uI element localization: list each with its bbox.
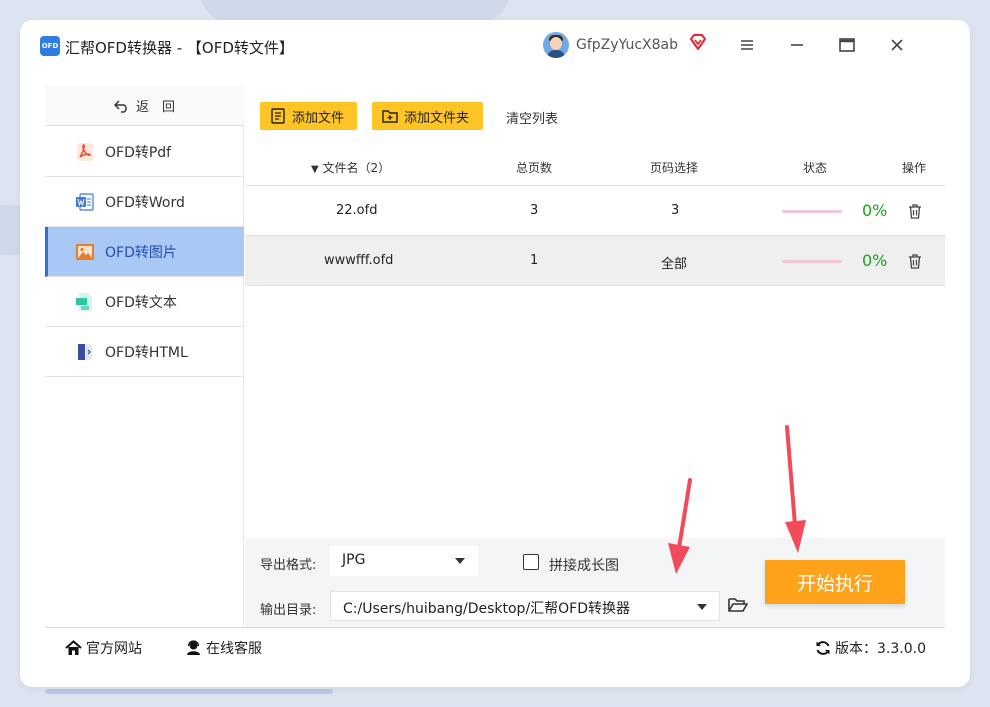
sidebar-item-label: OFD转图片: [105, 244, 177, 261]
stitch-checkbox[interactable]: [523, 554, 539, 570]
website-link[interactable]: 官方网站: [65, 638, 142, 658]
start-button[interactable]: 开始执行: [765, 560, 905, 604]
add-folder-label: 添加文件夹: [404, 110, 470, 126]
table-header: ▼ 文件名（2） 总页数 页码选择 状态 操作: [245, 146, 945, 186]
output-dir-label: 输出目录:: [260, 603, 317, 618]
output-dir-value: C:/Users/huibang/Desktop/汇帮OFD转换器: [343, 601, 631, 617]
menu-icon[interactable]: [732, 30, 762, 60]
sidebar-item-ofd-to-text[interactable]: OFD转文本: [45, 277, 244, 327]
format-label: 导出格式:: [260, 558, 317, 573]
chevron-down-icon: [455, 558, 465, 564]
app-title: 汇帮OFD转换器 - 【OFD转文件】: [65, 39, 294, 57]
add-folder-icon: [382, 110, 398, 123]
close-icon[interactable]: [882, 30, 912, 60]
maximize-icon[interactable]: [832, 30, 862, 60]
open-folder-icon[interactable]: [728, 596, 748, 614]
row-filename: wwwfff.ofd: [324, 253, 394, 268]
row-total-pages: 3: [530, 203, 539, 218]
row-total-pages: 1: [530, 253, 539, 268]
sidebar-item-label: OFD转Pdf: [105, 144, 172, 161]
sidebar-item-ofd-to-image[interactable]: OFD转图片: [45, 227, 244, 277]
html-icon: [78, 343, 92, 360]
table-row[interactable]: wwwfff.ofd 1 全部 0%: [245, 236, 945, 286]
online-support-link[interactable]: 在线客服: [185, 638, 262, 658]
progress-percent: 0%: [862, 201, 888, 220]
minimize-icon[interactable]: [782, 30, 812, 60]
column-status: 状态: [803, 161, 828, 175]
row-page-select[interactable]: 全部: [661, 253, 687, 272]
refresh-icon: [816, 641, 830, 655]
pdf-icon: [77, 142, 93, 161]
vip-diamond-icon[interactable]: [689, 33, 707, 51]
background-shape: [200, 0, 510, 22]
sidebar-item-ofd-to-pdf[interactable]: OFD转Pdf: [45, 127, 244, 177]
back-button[interactable]: 返 回: [45, 86, 244, 126]
row-page-select[interactable]: 3: [671, 203, 679, 218]
output-settings: 导出格式: JPG 拼接成长图 输出目录: C:/Users/huibang/D…: [245, 538, 945, 627]
delete-icon[interactable]: [907, 253, 923, 269]
file-list-panel: 添加文件 添加文件夹 清空列表 ▼ 文件名（2） 总页数 页码选择 状态 操作 …: [245, 86, 945, 538]
column-page-select: 页码选择: [650, 161, 699, 175]
delete-icon[interactable]: [907, 203, 923, 219]
sort-down-icon: ▼: [311, 164, 319, 175]
column-filename[interactable]: ▼ 文件名（2）: [311, 159, 390, 176]
column-total-pages: 总页数: [516, 161, 553, 175]
back-label: 返 回: [135, 100, 175, 115]
word-icon: [76, 192, 94, 211]
sidebar: 返 回 OFD转Pdf OFD转Word OFD转图片 OFD转文本 OFD转H…: [45, 86, 244, 627]
clear-list-button[interactable]: 清空列表: [506, 108, 558, 127]
add-file-label: 添加文件: [292, 110, 345, 126]
row-filename: 22.ofd: [336, 203, 378, 218]
sidebar-item-label: OFD转Word: [105, 194, 185, 211]
table-row[interactable]: 22.ofd 3 3 0%: [245, 186, 945, 236]
user-avatar[interactable]: [543, 32, 569, 58]
title-bar: OFD 汇帮OFD转换器 - 【OFD转文件】 GfpZyYucX8ab: [25, 30, 915, 64]
format-select[interactable]: JPG: [330, 546, 478, 576]
add-folder-button[interactable]: 添加文件夹: [372, 102, 483, 130]
text-file-icon: [76, 292, 92, 311]
home-icon: [65, 640, 82, 655]
back-arrow-icon: [113, 99, 127, 113]
footer-bar: 官方网站 在线客服 版本：3.3.0.0: [45, 627, 945, 665]
app-logo-icon: OFD: [40, 36, 60, 56]
version-info: 版本：3.3.0.0: [815, 638, 926, 658]
add-file-button[interactable]: 添加文件: [260, 102, 357, 130]
sidebar-item-label: OFD转文本: [105, 294, 177, 311]
sidebar-item-ofd-to-html[interactable]: OFD转HTML: [45, 327, 244, 377]
chevron-down-icon: [697, 604, 707, 610]
column-action: 操作: [902, 161, 927, 175]
stitch-label: 拼接成长图: [549, 558, 619, 574]
support-agent-icon: [187, 640, 200, 655]
username[interactable]: GfpZyYucX8ab: [576, 37, 678, 53]
image-icon: [76, 243, 94, 260]
add-file-icon: [271, 108, 285, 124]
progress-bar: [782, 260, 842, 263]
format-value: JPG: [342, 552, 366, 568]
progress-bar: [782, 210, 842, 213]
sidebar-item-ofd-to-word[interactable]: OFD转Word: [45, 177, 244, 227]
progress-percent: 0%: [862, 251, 888, 270]
background-shape: [45, 689, 333, 694]
output-dir-select[interactable]: C:/Users/huibang/Desktop/汇帮OFD转换器: [330, 591, 720, 621]
sidebar-item-label: OFD转HTML: [105, 344, 188, 361]
